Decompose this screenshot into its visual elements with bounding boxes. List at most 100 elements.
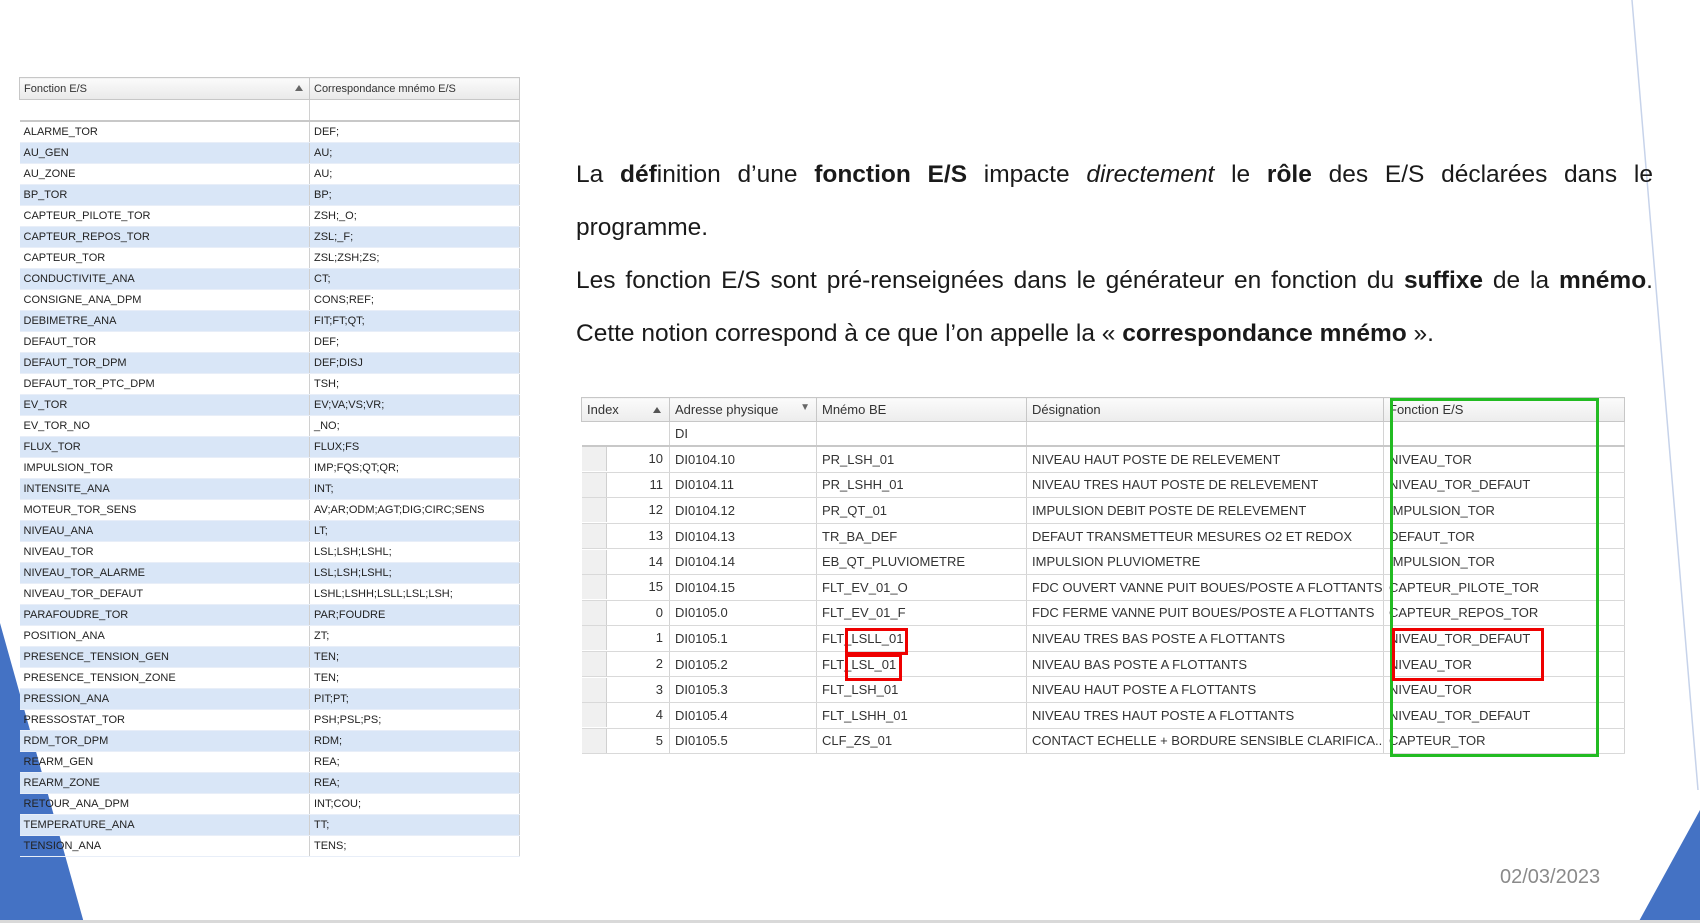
cell-fonction[interactable]: NIVEAU_TOR xyxy=(19,541,310,563)
cell-correspondance[interactable]: RDM; xyxy=(309,730,520,752)
grid-row[interactable]: 13 DI0104.13 TR_BA_DEF DEFAUT TRANSMETTEUR … xyxy=(581,523,1625,550)
cell-fonction[interactable]: CAPTEUR_TOR xyxy=(19,247,310,269)
grid-row[interactable]: 2 DI0105.2 FLT_LSL_01 NIVEAU BAS POSTE A FL… xyxy=(581,651,1625,678)
filter-row[interactable] xyxy=(19,99,520,122)
cell-correspondance[interactable]: IMP;FQS;QT;QR; xyxy=(309,457,520,479)
table-row[interactable]: EV_TOR_NO _NO; xyxy=(19,415,520,437)
cell-adresse[interactable]: DI0104.13 xyxy=(669,523,817,550)
cell-fonction[interactable]: CONDUCTIVITE_ANA xyxy=(19,268,310,290)
cell-fonction[interactable]: NIVEAU_TOR xyxy=(1383,446,1625,473)
filter-cell-index[interactable] xyxy=(581,421,670,447)
cell-fonction[interactable]: IMPULSION_TOR xyxy=(1383,497,1625,524)
cell-correspondance[interactable]: ZT; xyxy=(309,625,520,647)
cell-adresse[interactable]: DI0105.5 xyxy=(669,728,817,755)
row-selector[interactable] xyxy=(581,703,607,728)
cell-designation[interactable]: NIVEAU TRES HAUT POSTE A FLOTTANTS xyxy=(1026,702,1384,729)
cell-index[interactable]: 4 xyxy=(581,702,670,729)
cell-mnemo[interactable]: CLF_ZS_01 xyxy=(816,728,1027,755)
cell-mnemo[interactable]: PR_QT_01 xyxy=(816,497,1027,524)
cell-index[interactable]: 15 xyxy=(581,574,670,601)
cell-designation[interactable]: FDC OUVERT VANNE PUIT BOUES/POSTE A FLOT… xyxy=(1026,574,1384,601)
table-row[interactable]: NIVEAU_TOR LSL;LSH;LSHL; xyxy=(19,541,520,563)
table-row[interactable]: PARAFOUDRE_TOR PAR;FOUDRE xyxy=(19,604,520,626)
cell-mnemo[interactable]: FLT_LSH_01 xyxy=(816,676,1027,703)
cell-fonction[interactable]: BP_TOR xyxy=(19,184,310,206)
grid-row[interactable]: 1 DI0105.1 FLT_LSLL_01 NIVEAU TRES BAS POST… xyxy=(581,625,1625,652)
cell-mnemo[interactable]: FLT_LSHH_01 xyxy=(816,702,1027,729)
cell-correspondance[interactable]: TEN; xyxy=(309,646,520,668)
table-row[interactable]: TEMPERATURE_ANA TT; xyxy=(19,814,520,836)
table-row[interactable]: AU_ZONE AU; xyxy=(19,163,520,185)
cell-correspondance[interactable]: ZSH;_O; xyxy=(309,205,520,227)
column-header-fonction[interactable]: Fonction E/S xyxy=(19,77,310,100)
table-row[interactable]: PRESENCE_TENSION_ZONE TEN; xyxy=(19,667,520,689)
row-selector[interactable] xyxy=(581,524,607,548)
row-selector[interactable] xyxy=(581,575,607,600)
cell-adresse[interactable]: DI0104.12 xyxy=(669,497,817,524)
filter-cell-mnemo[interactable] xyxy=(816,421,1027,447)
table-row[interactable]: CONSIGNE_ANA_DPM CONS;REF; xyxy=(19,289,520,311)
cell-mnemo[interactable]: PR_LSH_01 xyxy=(816,446,1027,473)
table-row[interactable]: REARM_ZONE REA; xyxy=(19,772,520,794)
cell-mnemo[interactable]: FLT_EV_01_O xyxy=(816,574,1027,601)
table-row[interactable]: CAPTEUR_REPOS_TOR ZSL;_F; xyxy=(19,226,520,248)
cell-index[interactable]: 3 xyxy=(581,676,670,703)
cell-fonction[interactable]: ALARME_TOR xyxy=(19,121,310,143)
cell-correspondance[interactable]: EV;VA;VS;VR; xyxy=(309,394,520,416)
grid-row[interactable]: 4 DI0105.4 FLT_LSHH_01 NIVEAU TRES HAUT POS… xyxy=(581,702,1625,729)
cell-fonction[interactable]: POSITION_ANA xyxy=(19,625,310,647)
cell-adresse[interactable]: DI0104.11 xyxy=(669,472,817,499)
cell-adresse[interactable]: DI0104.15 xyxy=(669,574,817,601)
cell-adresse[interactable]: DI0105.0 xyxy=(669,600,817,627)
table-row[interactable]: DEFAUT_TOR_PTC_DPM TSH; xyxy=(19,373,520,395)
cell-fonction[interactable]: DEFAUT_TOR xyxy=(1383,523,1625,550)
cell-fonction[interactable]: CONSIGNE_ANA_DPM xyxy=(19,289,310,311)
cell-adresse[interactable]: DI0104.14 xyxy=(669,548,817,575)
cell-index[interactable]: 0 xyxy=(581,600,670,627)
table-row[interactable]: BP_TOR BP; xyxy=(19,184,520,206)
table-row[interactable]: PRESSION_ANA PIT;PT; xyxy=(19,688,520,710)
cell-correspondance[interactable]: TENS; xyxy=(309,835,520,857)
table-row[interactable]: POSITION_ANA ZT; xyxy=(19,625,520,647)
cell-fonction[interactable]: CAPTEUR_TOR xyxy=(1383,728,1625,755)
cell-fonction[interactable]: NIVEAU_TOR_DEFAUT xyxy=(1383,625,1625,652)
cell-fonction[interactable]: DEFAUT_TOR_PTC_DPM xyxy=(19,373,310,395)
cell-fonction[interactable]: NIVEAU_TOR_DEFAUT xyxy=(19,583,310,605)
table-row[interactable]: PRESSOSTAT_TOR PSH;PSL;PS; xyxy=(19,709,520,731)
grid-row[interactable]: 11 DI0104.11 PR_LSHH_01 NIVEAU TRES HAUT PO… xyxy=(581,472,1625,499)
cell-mnemo[interactable]: FLT_LSLL_01 xyxy=(816,625,1027,652)
cell-designation[interactable]: NIVEAU TRES HAUT POSTE DE RELEVEMENT xyxy=(1026,472,1384,499)
cell-fonction[interactable]: NIVEAU_TOR_DEFAUT xyxy=(1383,702,1625,729)
cell-correspondance[interactable]: INT;COU; xyxy=(309,793,520,815)
cell-fonction[interactable]: AU_GEN xyxy=(19,142,310,164)
cell-fonction[interactable]: CAPTEUR_PILOTE_TOR xyxy=(1383,574,1625,601)
cell-fonction[interactable]: PRESSOSTAT_TOR xyxy=(19,709,310,731)
cell-correspondance[interactable]: CONS;REF; xyxy=(309,289,520,311)
row-selector[interactable] xyxy=(581,728,607,753)
cell-index[interactable]: 1 xyxy=(581,625,670,652)
cell-fonction[interactable]: PRESSION_ANA xyxy=(19,688,310,710)
cell-fonction[interactable]: DEFAUT_TOR_DPM xyxy=(19,352,310,374)
grid-row[interactable]: 5 DI0105.5 CLF_ZS_01 CONTACT ECHELLE + BORD… xyxy=(581,728,1625,755)
table-row[interactable]: NIVEAU_ANA LT; xyxy=(19,520,520,542)
column-header-correspondance[interactable]: Correspondance mnémo E/S xyxy=(309,77,520,100)
cell-fonction[interactable]: PRESENCE_TENSION_GEN xyxy=(19,646,310,668)
filter-row[interactable]: DI xyxy=(581,421,1625,447)
cell-index[interactable]: 14 xyxy=(581,548,670,575)
table-row[interactable]: CAPTEUR_TOR ZSL;ZSH;ZS; xyxy=(19,247,520,269)
cell-fonction[interactable]: PRESENCE_TENSION_ZONE xyxy=(19,667,310,689)
cell-adresse[interactable]: DI0104.10 xyxy=(669,446,817,473)
cell-fonction[interactable]: DEFAUT_TOR xyxy=(19,331,310,353)
filter-cell[interactable] xyxy=(309,99,520,122)
cell-index[interactable]: 5 xyxy=(581,728,670,755)
table-row[interactable]: DEFAUT_TOR DEF; xyxy=(19,331,520,353)
cell-correspondance[interactable]: TT; xyxy=(309,814,520,836)
cell-fonction[interactable]: TENSION_ANA xyxy=(19,835,310,857)
cell-correspondance[interactable]: LT; xyxy=(309,520,520,542)
cell-correspondance[interactable]: _NO; xyxy=(309,415,520,437)
table-row[interactable]: NIVEAU_TOR_DEFAUT LSHL;LSHH;LSLL;LSL;LSH; xyxy=(19,583,520,605)
cell-correspondance[interactable]: AU; xyxy=(309,142,520,164)
cell-fonction[interactable]: NIVEAU_TOR xyxy=(1383,651,1625,678)
cell-correspondance[interactable]: DEF; xyxy=(309,121,520,143)
row-selector[interactable] xyxy=(581,447,607,472)
